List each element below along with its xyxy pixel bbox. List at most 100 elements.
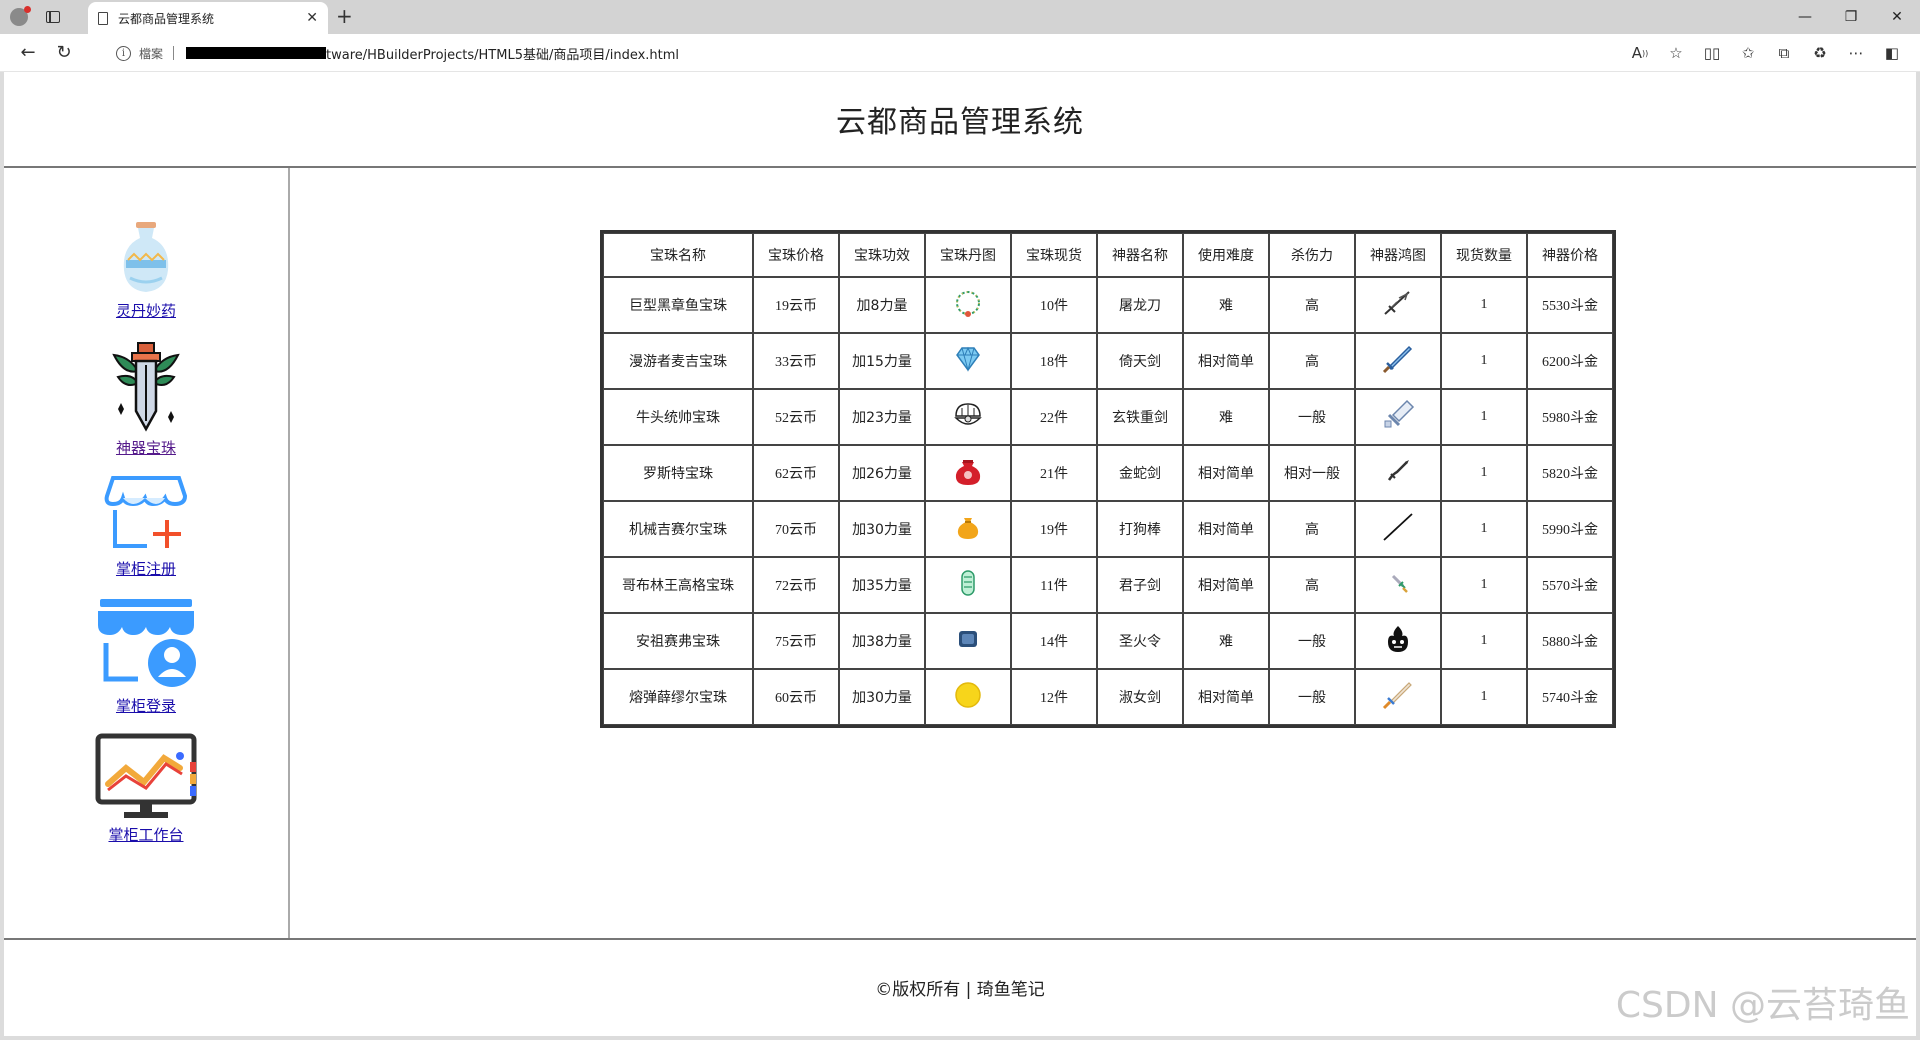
extensions-icon[interactable]: ♻ (1802, 38, 1838, 68)
cell-gem-stock: 22件 (1011, 389, 1097, 445)
cell-gem-name: 牛头统帅宝珠 (603, 389, 753, 445)
restore-icon[interactable]: ❐ (1828, 0, 1874, 34)
cell-weapon-name: 君子剑 (1097, 557, 1183, 613)
cell-gem-stock: 14件 (1011, 613, 1097, 669)
cell-weapon-price: 5820斗金 (1527, 445, 1613, 501)
cell-weapon-image (1355, 389, 1441, 445)
info-icon[interactable]: i (116, 45, 131, 61)
cell-gem-stock: 19件 (1011, 501, 1097, 557)
cell-gem-effect: 加30力量 (839, 669, 925, 725)
cell-damage: 一般 (1269, 389, 1355, 445)
cell-damage: 一般 (1269, 669, 1355, 725)
cell-weapon-name: 玄铁重剑 (1097, 389, 1183, 445)
sidebar-toggle-icon[interactable]: ◧ (1874, 38, 1910, 68)
sidebar-link-treasure[interactable]: 神器宝珠 (116, 437, 176, 458)
url-text: tware/HBuilderProjects/HTML5基础/商品项目/inde… (326, 47, 680, 63)
cell-damage: 高 (1269, 333, 1355, 389)
cell-gem-name: 漫游者麦吉宝珠 (603, 333, 753, 389)
staff-icon (1381, 512, 1415, 547)
tab-actions-icon[interactable] (46, 11, 60, 23)
cell-weapon-image (1355, 669, 1441, 725)
red-pouch-icon (954, 459, 982, 490)
sidebar-link-register[interactable]: 掌柜注册 (116, 558, 176, 579)
sidebar-item-medicine: 灵丹妙药 (116, 220, 176, 321)
sword-icon (112, 342, 180, 432)
cell-weapon-image (1355, 613, 1441, 669)
col-header: 杀伤力 (1269, 233, 1355, 277)
cell-quantity: 1 (1441, 501, 1527, 557)
read-aloud-icon[interactable]: A)) (1622, 38, 1658, 68)
jade-icon (958, 569, 978, 602)
cell-gem-image (925, 669, 1011, 725)
minimize-icon[interactable]: — (1782, 0, 1828, 34)
back-icon[interactable]: ← (10, 38, 46, 68)
table-row: 熔弹薛缪尔宝珠 60云币 加30力量 12件 淑女剑 相对简单 一般 1 5740斗金 (603, 669, 1613, 725)
cell-difficulty: 相对简单 (1183, 501, 1269, 557)
web-page: 云都商品管理系统 灵丹妙药 神器宝珠 掌柜注册 掌柜登录 掌柜工作台 宝珠名称 … (4, 72, 1916, 1036)
cell-weapon-price: 5880斗金 (1527, 613, 1613, 669)
favorites-icon[interactable]: ✩ (1730, 38, 1766, 68)
cell-difficulty: 难 (1183, 277, 1269, 333)
col-header: 现货数量 (1441, 233, 1527, 277)
cell-weapon-name: 倚天剑 (1097, 333, 1183, 389)
sidebar-link-workbench[interactable]: 掌柜工作台 (108, 824, 183, 845)
tab-title: 云都商品管理系统 (118, 11, 215, 26)
cell-weapon-price: 6200斗金 (1527, 333, 1613, 389)
sidebar-item-treasure: 神器宝珠 (104, 337, 188, 458)
cell-gem-effect: 加23力量 (839, 389, 925, 445)
table-row: 哥布林王高格宝珠 72云币 加35力量 11件 君子剑 相对简单高 1 5570斗金 (603, 557, 1613, 613)
split-screen-icon[interactable]: ▯▯ (1694, 38, 1730, 68)
profile-icon[interactable] (10, 6, 31, 26)
cell-gem-price: 72云币 (753, 557, 839, 613)
vase-icon (123, 222, 169, 292)
cell-gem-effect: 加26力量 (839, 445, 925, 501)
cell-gem-effect: 加35力量 (839, 557, 925, 613)
cell-quantity: 1 (1441, 669, 1527, 725)
cell-gem-image (925, 277, 1011, 333)
cell-quantity: 1 (1441, 333, 1527, 389)
cell-difficulty: 难 (1183, 613, 1269, 669)
cell-difficulty: 相对简单 (1183, 557, 1269, 613)
monitor-chart-icon (95, 733, 197, 818)
close-window-icon[interactable]: ✕ (1874, 0, 1920, 34)
more-icon[interactable]: ⋯ (1838, 38, 1874, 68)
browser-tab[interactable]: 云都商品管理系统 ✕ (88, 2, 328, 34)
cell-weapon-image (1355, 445, 1441, 501)
cell-gem-image (925, 613, 1011, 669)
dragon-blade-icon (1381, 290, 1415, 322)
cell-damage: 高 (1269, 277, 1355, 333)
cell-damage: 高 (1269, 557, 1355, 613)
gold-pouch-icon (955, 517, 981, 544)
cell-quantity: 1 (1441, 277, 1527, 333)
cell-gem-price: 62云币 (753, 445, 839, 501)
new-tab-icon[interactable]: + (336, 4, 353, 28)
content-area: 宝珠名称 宝珠价格 宝珠功效 宝珠丹图 宝珠现货 神器名称 使用难度 杀伤力 神… (290, 168, 1916, 938)
sidebar-item-workbench: 掌柜工作台 (94, 732, 198, 845)
cell-gem-image (925, 389, 1011, 445)
shop-user-icon (98, 599, 196, 687)
cell-weapon-image (1355, 277, 1441, 333)
cell-weapon-image (1355, 557, 1441, 613)
table-header-row: 宝珠名称 宝珠价格 宝珠功效 宝珠丹图 宝珠现货 神器名称 使用难度 杀伤力 神… (603, 233, 1613, 277)
cell-gem-price: 75云币 (753, 613, 839, 669)
cell-weapon-name: 屠龙刀 (1097, 277, 1183, 333)
cell-gem-price: 52云币 (753, 389, 839, 445)
address-input[interactable]: i 檔案 tware/HBuilderProjects/HTML5基础/商品项目… (102, 38, 1662, 68)
cell-difficulty: 难 (1183, 389, 1269, 445)
browser-tab-bar: 云都商品管理系统 ✕ + — ❐ ✕ (0, 0, 1920, 34)
sidebar-link-login[interactable]: 掌柜登录 (116, 695, 176, 716)
favorite-star-icon[interactable]: ☆ (1658, 38, 1694, 68)
sidebar-link-medicine[interactable]: 灵丹妙药 (116, 300, 176, 321)
necklace-icon (953, 290, 983, 322)
cell-gem-price: 70云币 (753, 501, 839, 557)
cell-weapon-image (1355, 333, 1441, 389)
separator (173, 46, 175, 60)
table-row: 牛头统帅宝珠 52云币 加23力量 22件 玄铁重剑难一般 1 5980斗金 (603, 389, 1613, 445)
reload-icon[interactable]: ↻ (46, 38, 82, 68)
close-tab-icon[interactable]: ✕ (306, 10, 318, 26)
cell-gem-name: 机械吉赛尔宝珠 (603, 501, 753, 557)
collections-icon[interactable]: ⧉ (1766, 38, 1802, 68)
watermark: CSDN @云苔琦鱼 (1615, 985, 1910, 1026)
file-label: 檔案 (139, 46, 164, 61)
page-header: 云都商品管理系统 (4, 72, 1916, 168)
